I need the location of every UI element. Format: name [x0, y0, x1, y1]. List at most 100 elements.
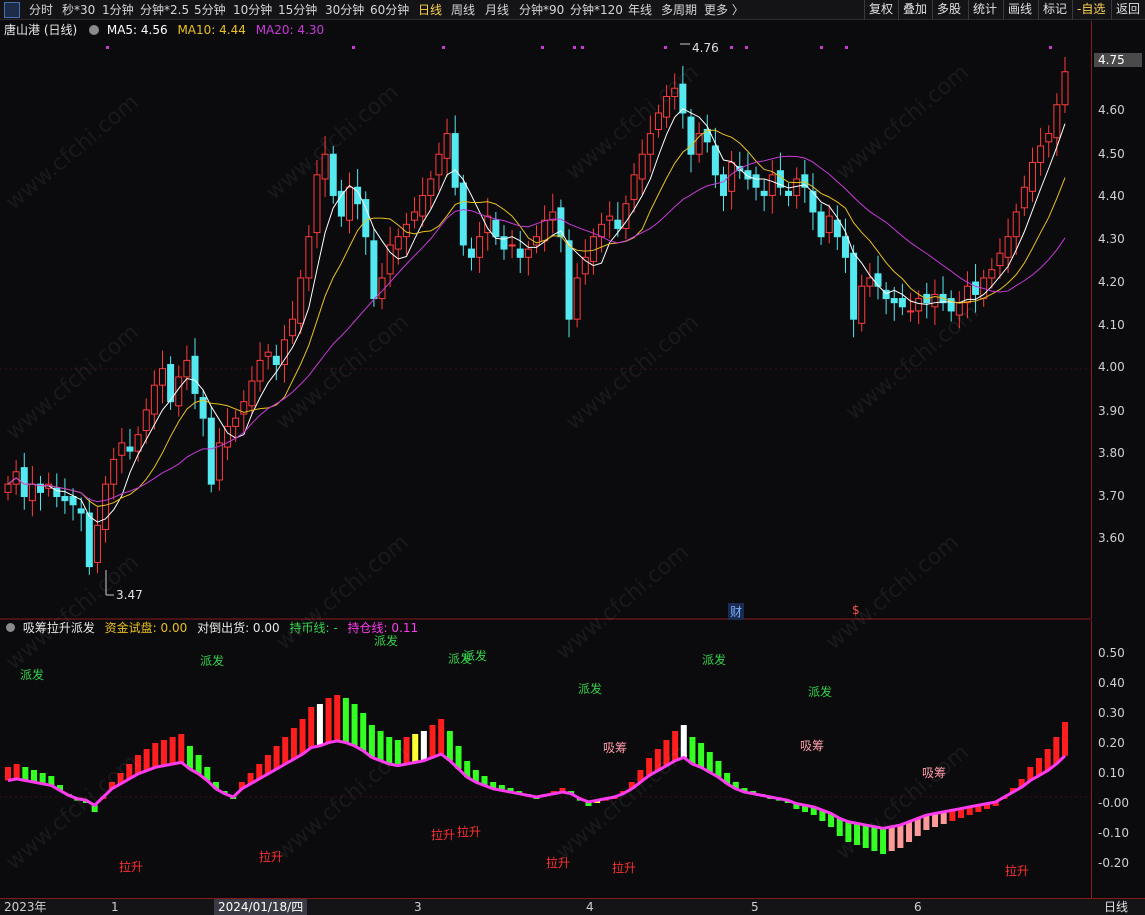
candle-body [760, 190, 768, 196]
candle-body [1053, 104, 1061, 139]
candle-body [443, 133, 451, 159]
candle-body [467, 248, 475, 258]
candle-body [654, 112, 662, 130]
indicator-bar [914, 818, 921, 836]
signal-label: 拉升 [119, 860, 144, 874]
candle-body [516, 248, 524, 258]
period-label[interactable]: 日线 [1104, 900, 1128, 914]
price-axis: 4.75 4.60 4.50 4.40 4.30 4.20 4.10 4.00 3.90 3.8… [1091, 21, 1145, 619]
candle-body [370, 240, 378, 300]
candle-body [728, 161, 736, 192]
candle-body [817, 211, 825, 238]
indicator-bar [282, 737, 289, 764]
candle-body [394, 236, 402, 250]
candle-body [1045, 133, 1053, 143]
candle-body [93, 524, 101, 564]
toolbar-button[interactable]: 返回 [1111, 0, 1144, 20]
candle-body [150, 384, 158, 415]
signal-label: 拉升 [546, 856, 571, 870]
indicator-bar [689, 737, 696, 764]
price-tick: 4.10 [1098, 318, 1125, 332]
indicator-bar [871, 826, 878, 851]
candle-body [272, 355, 280, 366]
signal-dot [664, 46, 667, 49]
indicator-bar [698, 743, 705, 768]
signal-dot [442, 46, 445, 49]
signal-dot [745, 46, 748, 49]
candle-body [858, 285, 866, 324]
signal-label: 拉升 [612, 861, 637, 875]
indicator-bar [412, 734, 419, 763]
indicator-bar [403, 737, 410, 764]
indicator-tick: -0.00 [1098, 796, 1130, 810]
indicator-bar [836, 818, 843, 836]
candle-body [264, 351, 272, 357]
candle-body [183, 359, 191, 378]
indicator-bar [932, 813, 939, 827]
candle-body [435, 153, 443, 176]
candle-body [646, 133, 654, 155]
candle-body [1020, 186, 1028, 209]
fund-test-label: 资金试盘: 0.00 [104, 621, 188, 635]
indicator-bar [299, 719, 306, 755]
signal-label: 拉升 [457, 825, 482, 839]
signal-label: 派发 [702, 653, 727, 667]
candle-body [191, 355, 199, 394]
candle-body [77, 508, 85, 514]
indicator-settings-icon[interactable] [6, 623, 15, 632]
candle-body [459, 182, 467, 246]
indicator-bar [13, 764, 20, 779]
signal-dot [573, 46, 576, 49]
price-tick: 4.20 [1098, 275, 1125, 289]
candle-body [142, 409, 150, 432]
indicator-bar [880, 828, 887, 854]
candle-body [1028, 161, 1036, 192]
candle-body [411, 211, 419, 221]
indicator-bar [334, 695, 341, 741]
candle-body [248, 380, 256, 407]
indicator-bar [446, 731, 453, 761]
candle-body [598, 223, 606, 238]
indicator-bar [654, 749, 661, 771]
candle-body [1004, 236, 1012, 258]
indicator-bar [897, 825, 904, 848]
indicator-bar [672, 731, 679, 761]
indicator-bar [5, 767, 11, 781]
dividend-marker[interactable]: $ [852, 603, 860, 617]
signal-label: 派发 [200, 654, 225, 668]
candle-body [492, 219, 500, 238]
candle-body [118, 442, 126, 456]
finance-marker[interactable]: 财 [728, 603, 745, 620]
stock-chart-window: 分时 秒*30 1分钟 分钟*2.5 5分钟 10分钟 15分钟 30分钟 60分钟 日线 周线 月线… [0, 0, 1145, 915]
indicator-axis: 0.50 0.40 0.30 0.20 0.10 -0.00 -0.10 -0.20 [1091, 620, 1145, 898]
indicator-bar [290, 728, 297, 760]
candle-body [419, 194, 427, 217]
indicator-tick: 0.10 [1098, 766, 1125, 780]
signal-dot [1049, 46, 1052, 49]
ma5-line [7, 108, 1066, 523]
candle-body [305, 236, 313, 279]
low-price-label: 3.47 [116, 588, 143, 602]
candle-body [565, 240, 573, 320]
indicator-bar [706, 752, 713, 773]
indicator-tick: -0.20 [1098, 856, 1130, 870]
candle-body [427, 178, 435, 196]
signal-dot [845, 46, 848, 49]
time-tick: 4 [586, 900, 594, 914]
candle-body [451, 133, 459, 188]
signal-dot [820, 46, 823, 49]
signal-dot [581, 46, 584, 49]
candle-body [606, 215, 614, 221]
signal-label: 吸筹 [603, 741, 628, 755]
candle-body [524, 248, 532, 258]
indicator-bar [862, 825, 869, 848]
indicator-name[interactable]: 吸筹拉升派发 [23, 621, 95, 635]
indicator-tick: 0.50 [1098, 646, 1125, 660]
price-tick: 4.60 [1098, 103, 1125, 117]
candle-body [768, 174, 776, 196]
current-price-box: 4.75 [1094, 53, 1142, 67]
candle-body [345, 186, 353, 221]
indicator-bar [420, 731, 427, 761]
time-tick: 3 [414, 900, 422, 914]
cursor-date: 2024/01/18/四 [214, 899, 308, 915]
